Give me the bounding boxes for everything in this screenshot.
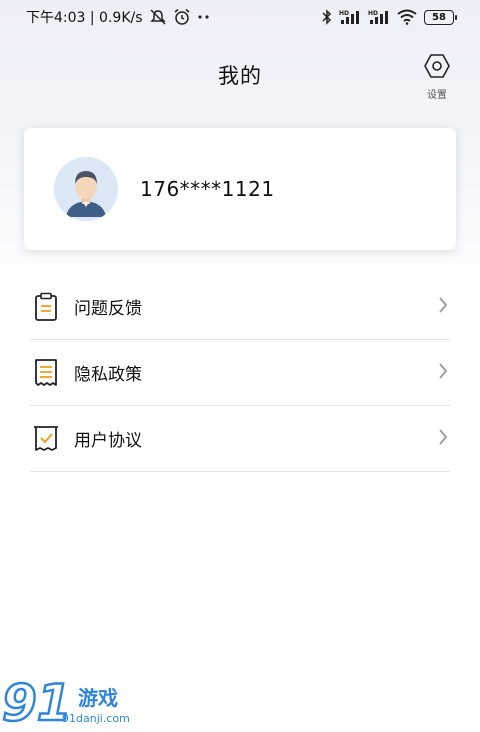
signal-hd-icon-2: HD: [368, 9, 390, 25]
checked-document-icon: [32, 423, 60, 455]
watermark-url: 91danji.com: [62, 712, 130, 725]
chevron-right-icon: [438, 428, 448, 450]
menu-list: 问题反馈 隐私政策 用户协议: [30, 274, 450, 472]
menu-item-label: 问题反馈: [74, 299, 142, 319]
settings-button[interactable]: 设置: [420, 52, 454, 101]
alarm-icon: [173, 8, 191, 26]
status-right: HD HD 58: [322, 9, 457, 25]
more-dots-icon: [197, 14, 211, 20]
watermark-logo: 91 游戏 91danji.com: [0, 672, 150, 732]
clipboard-icon: [32, 291, 60, 323]
menu-item-feedback[interactable]: 问题反馈: [30, 274, 450, 340]
bluetooth-icon: [322, 9, 332, 25]
menu-item-label: 用户协议: [74, 431, 142, 451]
battery-indicator: 58: [424, 9, 457, 25]
menu-item-label: 隐私政策: [74, 365, 142, 385]
status-left: 下午4:03 | 0.9K/s: [26, 7, 211, 27]
status-bar: 下午4:03 | 0.9K/s HD HD 58: [0, 0, 480, 34]
menu-item-privacy[interactable]: 隐私政策: [30, 340, 450, 406]
wifi-icon: [397, 9, 417, 25]
chevron-right-icon: [438, 362, 448, 384]
receipt-icon: [32, 357, 60, 389]
menu-item-agreement[interactable]: 用户协议: [30, 406, 450, 472]
phone-number: 176****1121: [140, 177, 275, 201]
page-title: 我的: [218, 64, 262, 88]
status-time-speed: 下午4:03 | 0.9K/s: [26, 10, 143, 26]
svg-text:HD: HD: [339, 10, 349, 17]
signal-hd-icon: HD: [339, 9, 361, 25]
settings-hexagon-icon: [423, 52, 451, 84]
chevron-right-icon: [438, 296, 448, 318]
watermark-91-logo: 91: [1, 673, 73, 732]
watermark-text: 游戏: [78, 686, 118, 710]
mute-icon: [149, 9, 167, 25]
header: 我的 设置: [0, 50, 480, 101]
settings-label: 设置: [427, 90, 447, 101]
svg-text:91: 91: [2, 674, 70, 732]
svg-text:HD: HD: [368, 10, 378, 17]
profile-card[interactable]: 176****1121: [24, 128, 456, 250]
user-avatar-icon: [54, 157, 118, 221]
avatar[interactable]: [54, 157, 118, 221]
